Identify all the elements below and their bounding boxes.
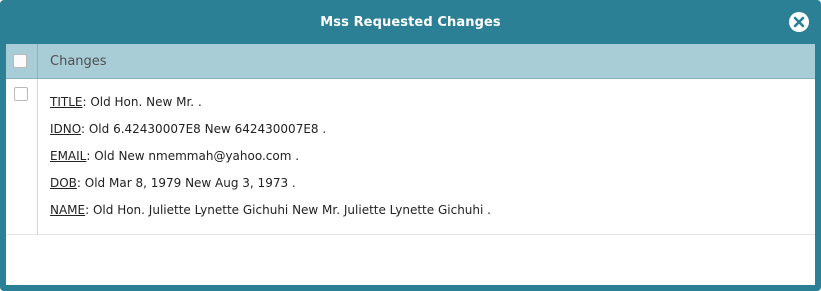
row-select-cell — [6, 78, 38, 235]
close-icon[interactable] — [789, 12, 809, 32]
field-name: NAME — [50, 203, 86, 217]
field-name: EMAIL — [50, 149, 87, 163]
field-name: DOB — [50, 176, 77, 190]
table-header-row: Changes — [6, 44, 815, 79]
change-text: : Old Hon. Juliette Lynette Gichuhi New … — [85, 203, 491, 217]
table-row: TITLE: Old Hon. New Mr. . IDNO: Old 6.42… — [6, 78, 816, 235]
select-all-checkbox[interactable] — [13, 54, 27, 68]
row-checkbox[interactable] — [14, 87, 28, 101]
requested-changes-dialog: Mss Requested Changes Changes TITLE: Old… — [0, 0, 821, 291]
change-text: : Old New nmemmah@yahoo.com . — [86, 149, 300, 163]
changes-column-header: Changes — [37, 44, 815, 79]
changes-table: Changes TITLE: Old Hon. New Mr. . IDNO: … — [6, 44, 815, 235]
dialog-content: Changes TITLE: Old Hon. New Mr. . IDNO: … — [6, 44, 815, 285]
dialog-title: Mss Requested Changes — [320, 14, 501, 30]
change-line-dob: DOB: Old Mar 8, 1979 New Aug 3, 1973 . — [50, 170, 815, 197]
changes-cell: TITLE: Old Hon. New Mr. . IDNO: Old 6.42… — [38, 79, 816, 235]
dialog-titlebar: Mss Requested Changes — [0, 0, 821, 44]
field-name: TITLE — [50, 95, 83, 109]
select-all-cell — [6, 44, 38, 79]
change-text: : Old Hon. New Mr. . — [82, 95, 202, 109]
change-line-name: NAME: Old Hon. Juliette Lynette Gichuhi … — [50, 197, 815, 224]
change-line-title: TITLE: Old Hon. New Mr. . — [50, 89, 815, 116]
change-line-idno: IDNO: Old 6.42430007E8 New 642430007E8 . — [50, 116, 815, 143]
change-text: : Old 6.42430007E8 New 642430007E8 . — [81, 122, 327, 136]
close-x-glyph — [793, 16, 805, 28]
change-line-email: EMAIL: Old New nmemmah@yahoo.com . — [50, 143, 815, 170]
change-text: : Old Mar 8, 1979 New Aug 3, 1973 . — [76, 176, 296, 190]
field-name: IDNO — [50, 122, 81, 136]
